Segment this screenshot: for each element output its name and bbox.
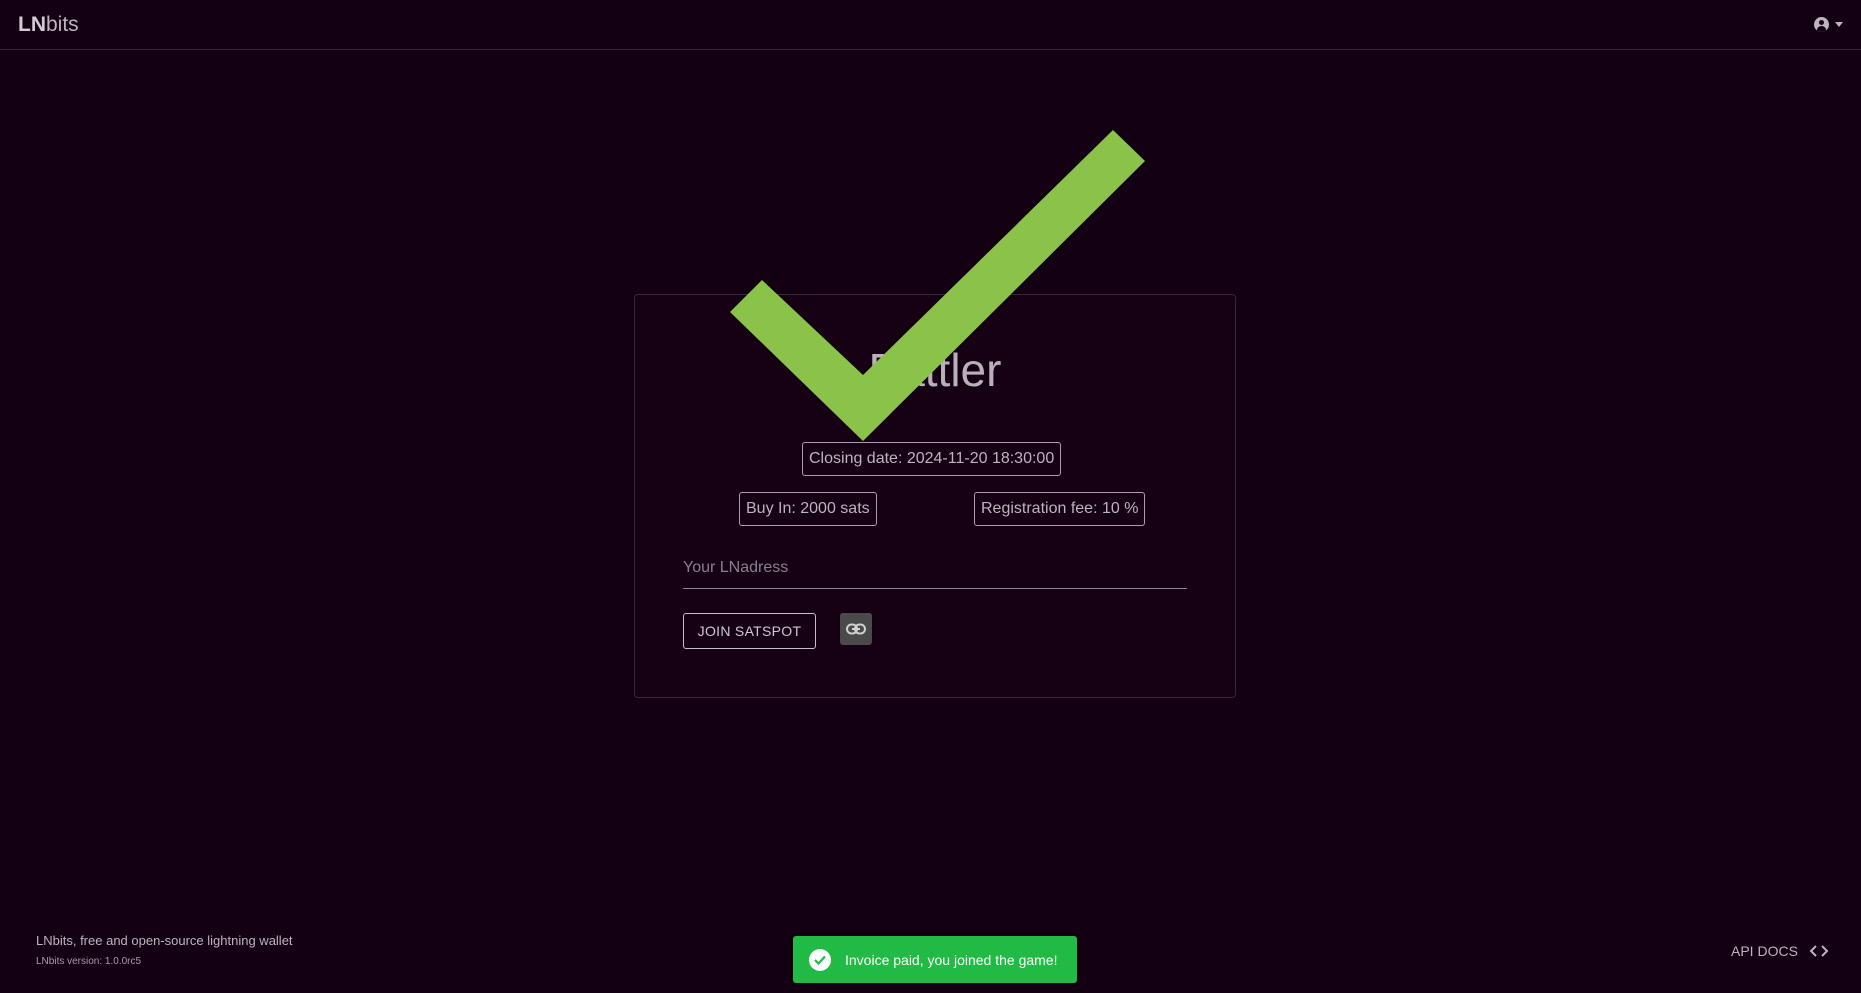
- api-docs-link[interactable]: API DOCS: [1731, 943, 1830, 959]
- lnaddress-field: [683, 547, 1187, 589]
- game-title: Battler: [868, 344, 1002, 396]
- check-circle-icon: [809, 948, 831, 971]
- closing-date-chip: Closing date: 2024-11-20 18:30:00: [802, 442, 1062, 476]
- brand-logo-bold: LN: [18, 12, 46, 36]
- footer-info: LNbits, free and open-source lightning w…: [36, 933, 293, 967]
- footer-tagline: LNbits, free and open-source lightning w…: [36, 933, 293, 948]
- code-icon: [1809, 945, 1829, 957]
- satspot-card: Battler Closing date: 2024-11-20 18:30:0…: [634, 294, 1236, 698]
- brand-logo[interactable]: LNbits: [18, 13, 79, 37]
- brand-logo-rest: bits: [46, 12, 79, 36]
- lnaddress-input[interactable]: [683, 547, 1187, 588]
- account-circle-icon: [1814, 17, 1829, 32]
- toast-message: Invoice paid, you joined the game!: [845, 951, 1058, 968]
- api-docs-label: API DOCS: [1731, 943, 1798, 959]
- copy-link-button[interactable]: [840, 613, 872, 645]
- join-satspot-button[interactable]: JOIN SATSPOT: [683, 613, 816, 649]
- caret-down-icon: [1835, 22, 1843, 27]
- footer-version: LNbits version: 1.0.0rc5: [36, 956, 142, 967]
- registration-fee-chip: Registration fee: 10 %: [974, 492, 1146, 526]
- success-toast: Invoice paid, you joined the game!: [793, 936, 1077, 983]
- buy-in-chip: Buy In: 2000 sats: [739, 492, 877, 526]
- account-menu-button[interactable]: [1814, 17, 1843, 32]
- top-bar: LNbits: [0, 0, 1861, 50]
- link-icon: [846, 623, 866, 635]
